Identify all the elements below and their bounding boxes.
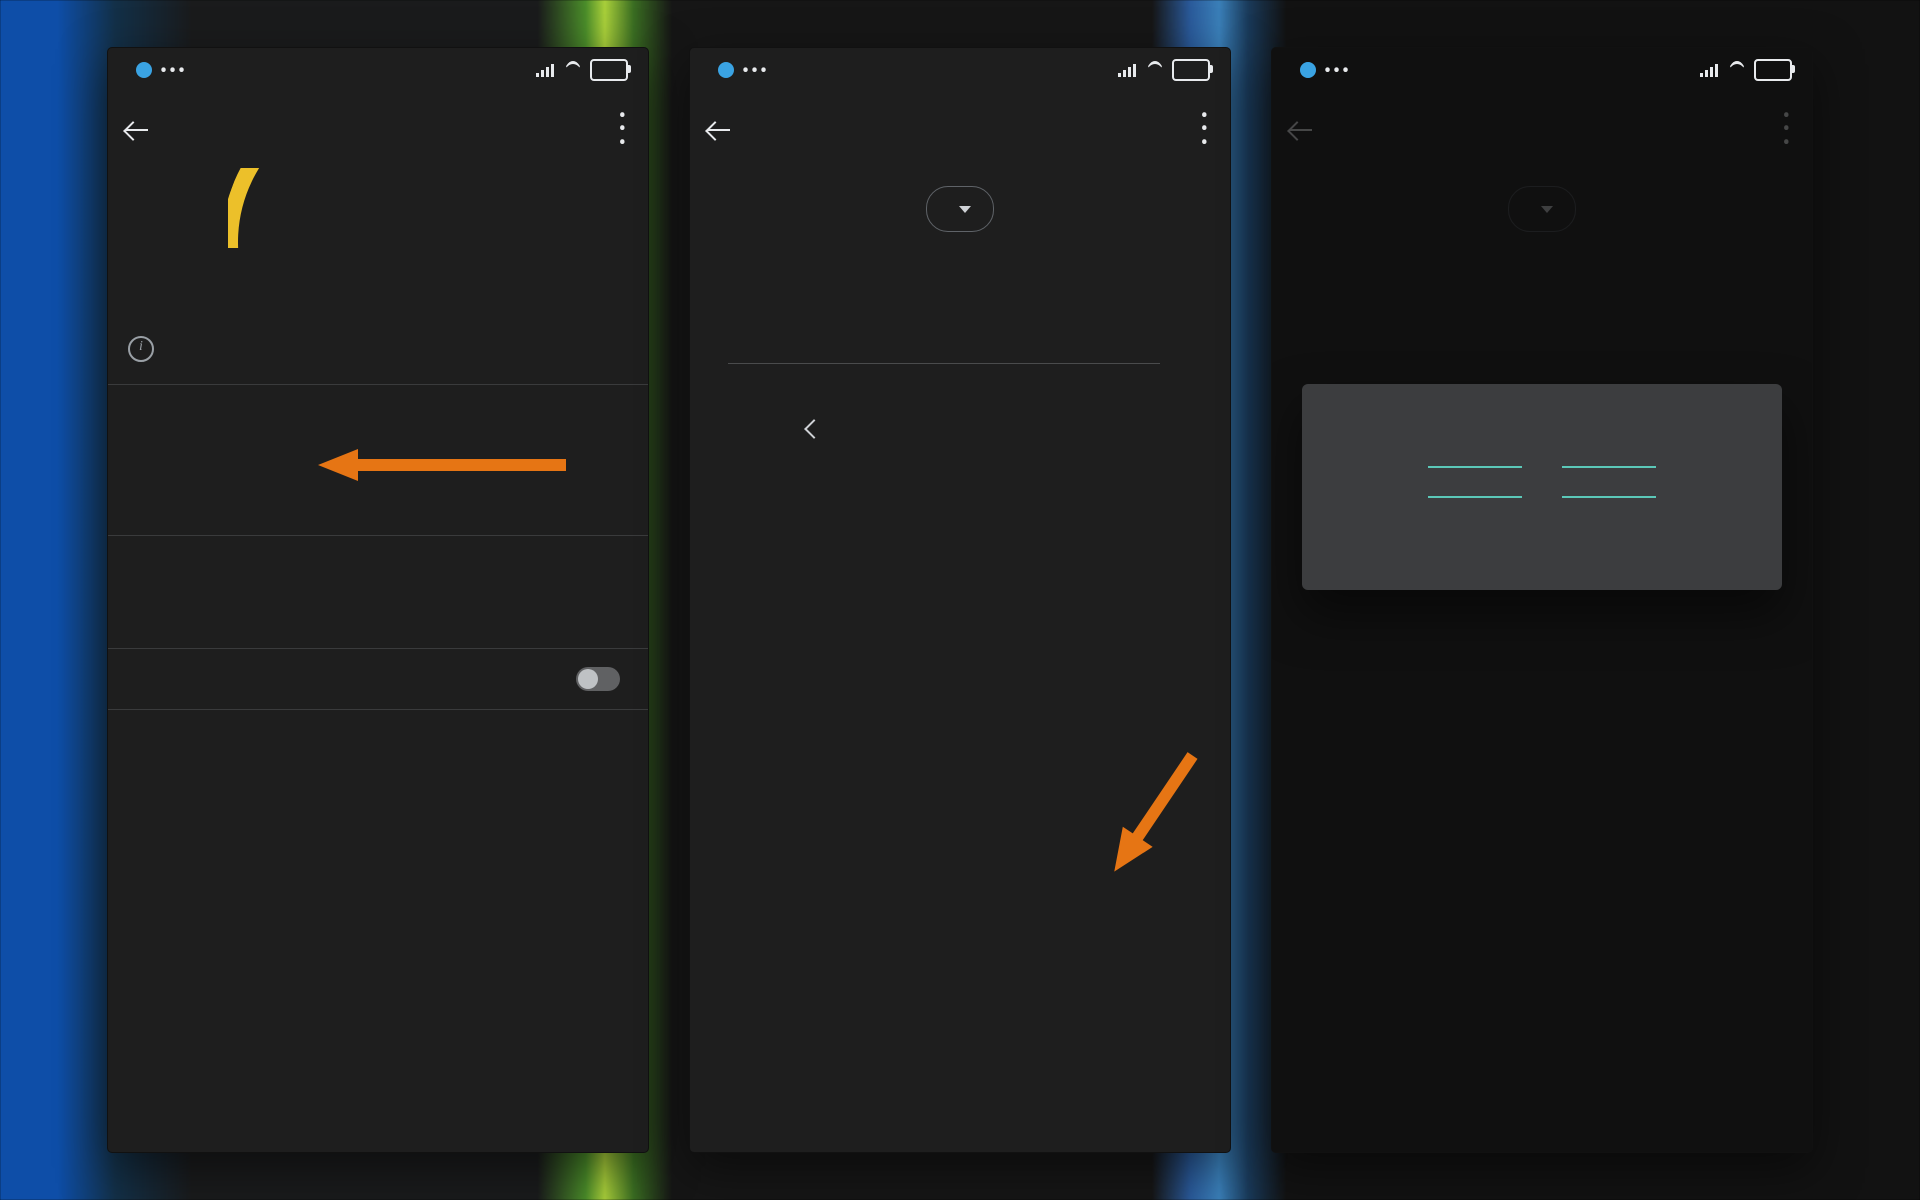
switch-show-icon[interactable] [576, 667, 620, 691]
annotation-arrow-icon [1080, 736, 1210, 920]
overflow-menu-icon[interactable]: ••• [613, 102, 632, 158]
cancel-button[interactable] [1686, 556, 1698, 572]
wifi-icon [1146, 63, 1164, 77]
section-ways-to-disconnect [108, 385, 648, 433]
status-notification-dot-icon [1300, 62, 1316, 78]
info-note [108, 328, 648, 384]
stats-row [108, 278, 648, 328]
signal-icon [536, 63, 554, 77]
battery-icon [1754, 59, 1792, 81]
signal-icon [1118, 63, 1136, 77]
modal-scrim[interactable] [1272, 48, 1812, 1152]
chip-screen-time[interactable] [926, 186, 994, 232]
menu-item-dashboard[interactable] [108, 433, 648, 467]
dialog-set-app-timer [1302, 384, 1782, 590]
time-picker[interactable] [1334, 438, 1750, 526]
wifi-icon [564, 63, 582, 77]
usage-donut [108, 168, 648, 278]
time-picker-minutes[interactable] [1562, 438, 1656, 526]
battery-icon [590, 59, 628, 81]
info-icon [128, 336, 154, 362]
menu-item-manage-notifications[interactable] [108, 584, 648, 616]
back-arrow-icon[interactable] [124, 116, 152, 144]
menu-item-focus-mode[interactable] [108, 501, 648, 535]
weekly-bar-chart[interactable] [728, 258, 1192, 388]
back-arrow-icon[interactable] [706, 116, 734, 144]
row-show-icon-in-app-list [108, 649, 648, 709]
status-more-icon: ••• [742, 60, 769, 80]
status-bar: ••• [690, 48, 1230, 92]
signal-icon [1700, 63, 1718, 77]
overflow-menu-icon[interactable]: ••• [1195, 102, 1214, 158]
chevron-down-icon [959, 206, 971, 213]
status-bar: ••• [1272, 48, 1812, 92]
app-bar: ••• [690, 92, 1230, 168]
chevron-left-icon[interactable] [804, 419, 824, 439]
date-navigator [690, 422, 1230, 436]
status-more-icon: ••• [160, 60, 187, 80]
battery-icon [1172, 59, 1210, 81]
phone-set-timer: ••• ••• placeholder [1272, 48, 1812, 1152]
app-bar: ••• [108, 92, 648, 168]
phone-wellbeing: ••• ••• [108, 48, 648, 1152]
status-notification-dot-icon [718, 62, 734, 78]
divider [108, 709, 648, 710]
status-more-icon: ••• [1324, 60, 1351, 80]
wifi-icon [1728, 63, 1746, 77]
ok-button[interactable] [1738, 556, 1750, 572]
menu-item-bedtime[interactable] [108, 467, 648, 501]
time-picker-hours[interactable] [1428, 438, 1522, 526]
section-reduce-interruptions [108, 536, 648, 584]
status-bar: ••• [108, 48, 648, 92]
status-notification-dot-icon [136, 62, 152, 78]
phone-dashboard: ••• ••• [690, 48, 1230, 1152]
menu-item-do-not-disturb[interactable] [108, 616, 648, 648]
